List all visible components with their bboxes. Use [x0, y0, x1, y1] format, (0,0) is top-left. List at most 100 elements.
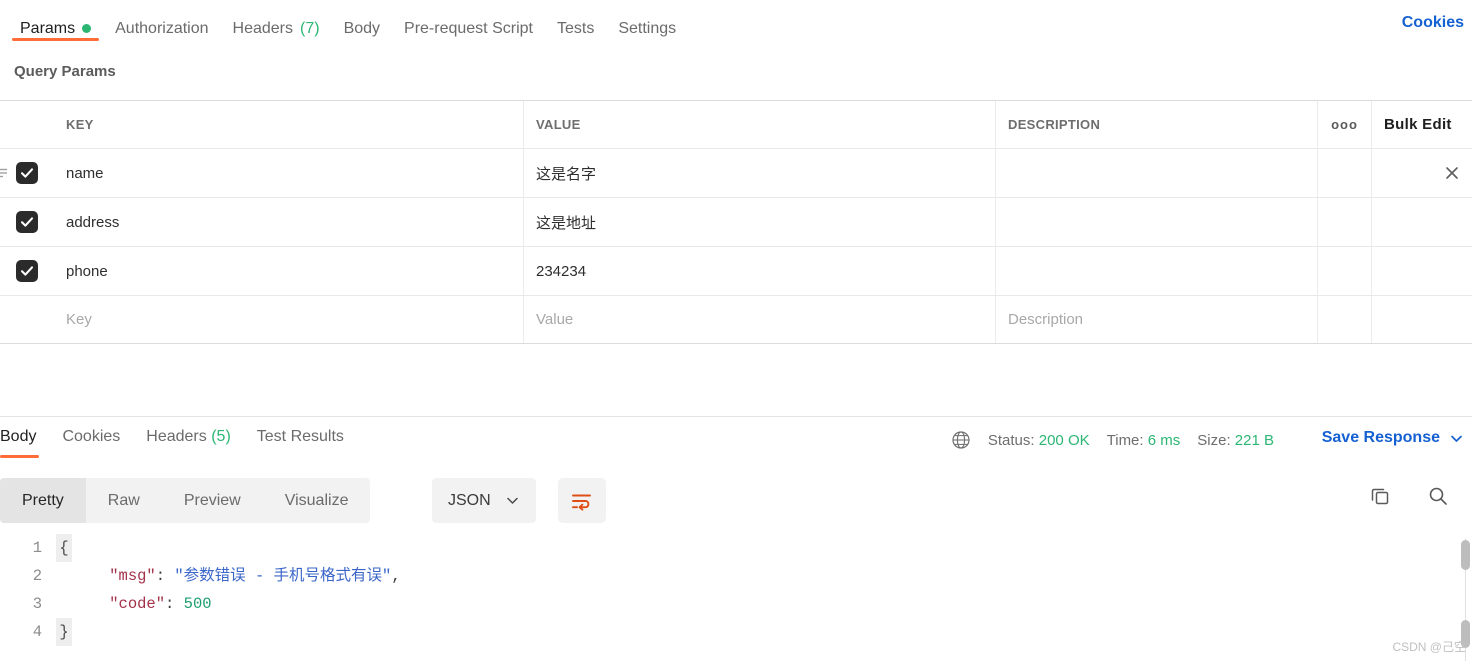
status-item[interactable]: Status: 200 OK	[988, 432, 1090, 449]
row-checkbox-cell	[0, 198, 54, 246]
response-tab-cookies[interactable]: Cookies	[49, 420, 133, 464]
line-number: 2	[32, 567, 42, 585]
save-response-button[interactable]: Save Response	[1322, 429, 1464, 447]
response-tool-icons	[1368, 484, 1450, 513]
request-tabs: Params Authorization Headers (7) Body Pr…	[0, 0, 688, 48]
view-visualize-button[interactable]: Visualize	[263, 478, 371, 523]
code-line: 3 "code": 500	[0, 590, 1472, 618]
response-tab-test-results[interactable]: Test Results	[244, 420, 357, 464]
tab-headers[interactable]: Headers (7)	[221, 0, 332, 48]
drag-handle-icon[interactable]	[0, 166, 8, 180]
code-line: 1 {	[0, 534, 1472, 562]
status-label: Status:	[987, 431, 1035, 449]
tab-params-label: Params	[20, 19, 76, 37]
row-key-input[interactable]: address	[54, 198, 524, 246]
row-enabled-checkbox[interactable]	[16, 260, 38, 282]
response-tab-test-results-label: Test Results	[256, 428, 344, 445]
row-enabled-checkbox[interactable]	[16, 162, 38, 184]
row-key-input[interactable]: phone	[54, 247, 524, 295]
row-value-input[interactable]: 这是名字	[524, 149, 996, 197]
active-tab-underline	[12, 38, 100, 41]
fold-marker[interactable]: }	[56, 618, 72, 646]
row-enabled-checkbox[interactable]	[16, 211, 38, 233]
query-params-table: KEY VALUE DESCRIPTION ooo Bulk Edit name…	[0, 100, 1472, 344]
tab-settings[interactable]: Settings	[606, 0, 688, 48]
search-button[interactable]	[1426, 484, 1450, 513]
row-value-input[interactable]: 234234	[524, 247, 996, 295]
code-scrollbar-thumb-top[interactable]	[1461, 540, 1470, 570]
word-wrap-icon	[572, 494, 591, 511]
check-icon	[20, 266, 34, 276]
code-line: 4 }	[0, 618, 1472, 646]
copy-button[interactable]	[1368, 484, 1392, 513]
row-value-input[interactable]: 这是地址	[524, 198, 996, 246]
active-response-tab-underline	[0, 455, 40, 458]
save-response-label: Save Response	[1321, 429, 1440, 446]
row-spacer-a	[1318, 198, 1372, 246]
word-wrap-toggle-button[interactable]	[558, 478, 606, 523]
response-status-bar: Status: 200 OK Time: 6 ms Size: 221 B	[951, 430, 1274, 450]
bulk-edit-button[interactable]: Bulk Edit	[1372, 101, 1472, 148]
globe-icon	[952, 431, 970, 449]
tab-body[interactable]: Body	[332, 0, 392, 48]
new-row-checkbox-cell	[0, 296, 54, 343]
row-description-input[interactable]	[996, 247, 1318, 295]
line-number: 4	[32, 623, 42, 641]
header-key: KEY	[54, 101, 524, 148]
size-value: 221 B	[1234, 431, 1274, 449]
header-checkbox-cell	[0, 101, 54, 148]
tab-settings-label: Settings	[618, 19, 677, 37]
tab-params[interactable]: Params	[8, 0, 103, 48]
check-icon	[20, 168, 34, 178]
check-icon	[20, 217, 34, 227]
tab-authorization-label: Authorization	[115, 19, 209, 37]
time-label: Time:	[1106, 431, 1144, 449]
new-row-value-input[interactable]: Value	[524, 296, 996, 343]
response-tab-body[interactable]: Body	[0, 420, 49, 464]
code-line: 2 "msg": "参数错误 - 手机号格式有误",	[0, 562, 1472, 590]
tab-headers-count: (7)	[300, 19, 320, 37]
view-preview-button[interactable]: Preview	[162, 478, 263, 523]
new-row-key-input[interactable]: Key	[54, 296, 524, 343]
fold-marker[interactable]: {	[56, 534, 72, 562]
search-icon	[1429, 487, 1447, 505]
format-select-value: JSON	[448, 491, 491, 509]
view-pretty-button[interactable]: Pretty	[0, 478, 86, 523]
response-tab-body-label: Body	[0, 428, 37, 445]
time-item[interactable]: Time: 6 ms	[1107, 432, 1181, 449]
chevron-down-icon	[506, 497, 518, 504]
header-value: VALUE	[524, 101, 996, 148]
row-spacer-a	[1318, 247, 1372, 295]
copy-icon	[1371, 488, 1389, 505]
cookies-link[interactable]: Cookies	[1402, 14, 1464, 32]
response-tab-headers[interactable]: Headers (5)	[133, 420, 244, 464]
response-body-toolbar: Pretty Raw Preview Visualize JSON	[0, 478, 1472, 524]
table-options-button[interactable]: ooo	[1318, 101, 1372, 148]
row-description-input[interactable]	[996, 149, 1318, 197]
row-spacer-b	[1372, 198, 1472, 246]
query-params-heading: Query Params	[14, 63, 116, 80]
response-body-code[interactable]: 1 { 2 "msg": "参数错误 - 手机号格式有误", 3 "code":…	[0, 534, 1472, 661]
header-description: DESCRIPTION	[996, 101, 1318, 148]
response-view-switcher: Pretty Raw Preview Visualize	[0, 478, 371, 523]
status-value: 200 OK	[1038, 431, 1090, 449]
table-row: phone 234234	[0, 246, 1472, 295]
view-raw-button[interactable]: Raw	[86, 478, 162, 523]
more-options-icon: ooo	[1331, 117, 1358, 132]
line-content-3: "code": 500	[109, 595, 212, 613]
table-row: address 这是地址	[0, 197, 1472, 246]
row-checkbox-cell	[0, 247, 54, 295]
line-number: 3	[32, 595, 42, 613]
postman-request-response-panel: Params Authorization Headers (7) Body Pr…	[0, 0, 1472, 661]
row-description-input[interactable]	[996, 198, 1318, 246]
line-number: 1	[32, 539, 42, 557]
tab-pre-request-script[interactable]: Pre-request Script	[392, 0, 545, 48]
new-row-description-input[interactable]: Description	[996, 296, 1318, 343]
tab-authorization[interactable]: Authorization	[103, 0, 220, 48]
size-item[interactable]: Size: 221 B	[1197, 432, 1274, 449]
format-select[interactable]: JSON	[432, 478, 536, 523]
delete-row-icon[interactable]	[1442, 163, 1462, 183]
row-spacer-a	[1318, 149, 1372, 197]
row-key-input[interactable]: name	[54, 149, 524, 197]
tab-tests[interactable]: Tests	[545, 0, 606, 48]
